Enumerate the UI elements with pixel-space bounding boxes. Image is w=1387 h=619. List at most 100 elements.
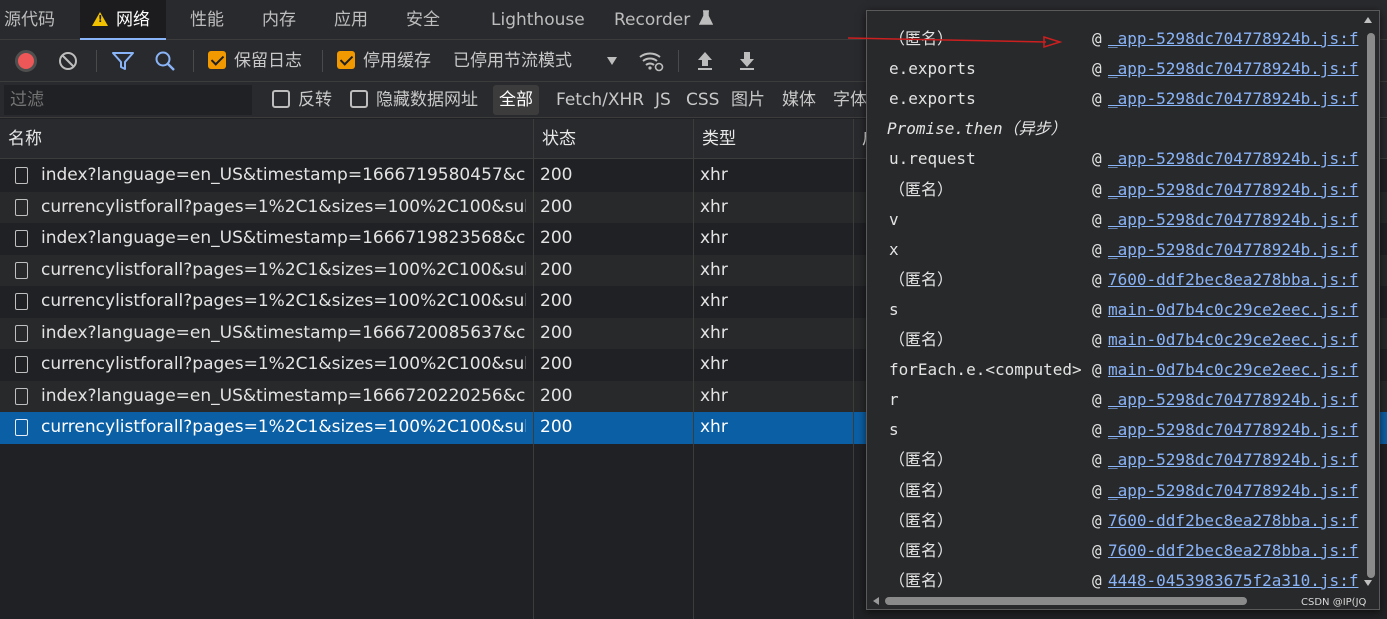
watermark: CSDN @IP(JQ xyxy=(1301,597,1367,608)
request-type: xhr xyxy=(700,354,728,374)
invert-label: 反转 xyxy=(298,90,332,110)
stack-frame: u.request @ _app-5298dc704778924b.js:f xyxy=(867,144,1367,174)
tab-application[interactable]: 应用 xyxy=(334,0,368,40)
type-filter-css[interactable]: CSS xyxy=(686,82,719,118)
tab-recorder-label: Recorder xyxy=(614,10,691,30)
type-filter-media[interactable]: 媒体 xyxy=(782,82,816,118)
flask-icon xyxy=(698,10,713,25)
request-status: 200 xyxy=(540,354,573,374)
filter-input[interactable] xyxy=(4,85,252,115)
preserve-log-checkbox[interactable]: 保留日志 xyxy=(208,40,302,82)
clear-icon[interactable] xyxy=(57,50,79,72)
source-file-link[interactable]: _app-5298dc704778924b.js:f xyxy=(1108,445,1364,475)
tab-security[interactable]: 安全 xyxy=(406,0,440,40)
scroll-up-icon[interactable] xyxy=(1364,17,1372,23)
scroll-left-icon[interactable] xyxy=(873,597,879,605)
source-file-link[interactable]: _app-5298dc704778924b.js:f xyxy=(1108,205,1364,235)
toolbar-divider xyxy=(193,50,194,72)
type-filter-images[interactable]: 图片 xyxy=(731,82,765,118)
invert-checkbox[interactable]: 反转 xyxy=(272,82,332,118)
record-button[interactable] xyxy=(15,50,37,72)
scrollbar-thumb[interactable] xyxy=(1367,33,1375,578)
stack-frame: （匿名） @7600-ddf2bec8ea278bba.js:f xyxy=(867,506,1367,536)
request-type: xhr xyxy=(700,385,728,406)
source-file-link[interactable]: 4448-0453983675f2a310.js:f xyxy=(1108,566,1364,596)
disable-cache-checkbox[interactable]: 停用缓存 xyxy=(337,40,431,82)
source-file-link[interactable]: _app-5298dc704778924b.js:f xyxy=(1108,385,1364,415)
at-symbol: @ xyxy=(1092,179,1102,199)
source-file-link[interactable]: _app-5298dc704778924b.js:f xyxy=(1108,84,1364,114)
file-icon xyxy=(15,293,28,310)
function-name: x xyxy=(889,239,899,259)
function-name: forEach.e.<computed> xyxy=(889,360,1082,380)
at-symbol: @ xyxy=(1092,59,1102,79)
function-name: （匿名） xyxy=(889,570,954,590)
request-name: index?language=en_US&timestamp=166672022… xyxy=(41,385,526,406)
annotation-arrow-icon xyxy=(848,35,1063,49)
request-name: currencylistforall?pages=1%2C1&sizes=100… xyxy=(41,291,526,311)
stack-frame: （匿名） @ _app-5298dc704778924b.js:f xyxy=(867,175,1367,205)
tab-recorder[interactable]: Recorder xyxy=(614,0,713,40)
request-status: 200 xyxy=(540,417,573,437)
scroll-down-icon[interactable] xyxy=(1364,580,1372,586)
file-icon xyxy=(15,387,28,405)
source-file-link[interactable]: main-0d7b4c0c29ce2eec.js:f xyxy=(1108,295,1364,325)
request-type: xhr xyxy=(700,291,728,311)
stack-frame: e.exports @ _app-5298dc704778924b.js:f xyxy=(867,84,1367,114)
source-file-link[interactable]: _app-5298dc704778924b.js:f xyxy=(1108,175,1364,205)
source-file-link[interactable]: 7600-ddf2bec8ea278bba.js:f xyxy=(1108,506,1364,536)
stack-frame: x @ _app-5298dc704778924b.js:f xyxy=(867,235,1367,265)
stack-frame: e.exports @ _app-5298dc704778924b.js:f xyxy=(867,54,1367,84)
source-file-link[interactable]: _app-5298dc704778924b.js:f xyxy=(1108,24,1364,54)
vertical-scrollbar[interactable] xyxy=(1364,13,1377,593)
type-filter-font[interactable]: 字体 xyxy=(833,82,867,118)
at-symbol: @ xyxy=(1092,480,1102,500)
source-file-link[interactable]: main-0d7b4c0c29ce2eec.js:f xyxy=(1108,325,1364,355)
export-har-icon[interactable] xyxy=(737,50,757,72)
source-file-link[interactable]: _app-5298dc704778924b.js:f xyxy=(1108,54,1364,84)
source-file-link[interactable]: main-0d7b4c0c29ce2eec.js:f xyxy=(1108,355,1364,385)
throttling-select[interactable]: 已停用节流模式 xyxy=(453,40,572,82)
import-har-icon[interactable] xyxy=(695,50,715,72)
type-filter-js[interactable]: JS xyxy=(655,82,671,118)
toolbar-divider xyxy=(678,50,679,72)
file-icon xyxy=(15,261,28,279)
tab-network[interactable]: 网络 xyxy=(80,0,166,40)
at-symbol: @ xyxy=(1092,360,1102,380)
column-header-name[interactable]: 名称 xyxy=(0,119,533,159)
source-file-link[interactable]: _app-5298dc704778924b.js:f xyxy=(1108,235,1364,265)
hide-data-urls-checkbox[interactable]: 隐藏数据网址 xyxy=(350,82,478,118)
type-filter-all[interactable]: 全部 xyxy=(493,85,539,115)
type-filter-fetch-xhr[interactable]: Fetch/XHR xyxy=(556,82,644,118)
at-symbol: @ xyxy=(1092,209,1102,229)
file-icon xyxy=(15,198,28,216)
function-name: v xyxy=(889,209,899,229)
column-header-type[interactable]: 类型 xyxy=(693,119,853,159)
scrollbar-thumb[interactable] xyxy=(885,597,1247,605)
column-header-status[interactable]: 状态 xyxy=(533,119,693,159)
source-file-link[interactable]: _app-5298dc704778924b.js:f xyxy=(1108,144,1364,174)
filter-icon[interactable] xyxy=(111,50,135,72)
tab-sources[interactable]: 源代码 xyxy=(4,0,55,40)
dropdown-arrow-icon[interactable] xyxy=(606,56,618,66)
tab-lighthouse[interactable]: Lighthouse xyxy=(491,0,585,40)
tab-performance[interactable]: 性能 xyxy=(190,0,224,40)
network-conditions-icon[interactable] xyxy=(638,50,664,72)
horizontal-scrollbar[interactable] xyxy=(869,595,1365,607)
checkbox-checked-icon xyxy=(337,51,355,69)
warning-icon xyxy=(92,12,108,26)
source-file-link[interactable]: _app-5298dc704778924b.js:f xyxy=(1108,476,1364,506)
source-file-link[interactable]: _app-5298dc704778924b.js:f xyxy=(1108,415,1364,445)
search-icon[interactable] xyxy=(154,50,176,72)
stack-frame: （匿名） @ _app-5298dc704778924b.js:f xyxy=(867,445,1367,475)
tab-memory[interactable]: 内存 xyxy=(262,0,296,40)
request-status: 200 xyxy=(540,196,573,217)
checkbox-unchecked-icon xyxy=(350,90,368,108)
source-file-link[interactable]: 7600-ddf2bec8ea278bba.js:f xyxy=(1108,265,1364,295)
column-divider xyxy=(853,119,854,619)
request-type: xhr xyxy=(700,322,728,343)
function-name: （匿名） xyxy=(889,480,954,500)
source-file-link[interactable]: 7600-ddf2bec8ea278bba.js:f xyxy=(1108,536,1364,566)
request-type: xhr xyxy=(700,417,728,437)
at-symbol: @ xyxy=(1092,450,1102,470)
